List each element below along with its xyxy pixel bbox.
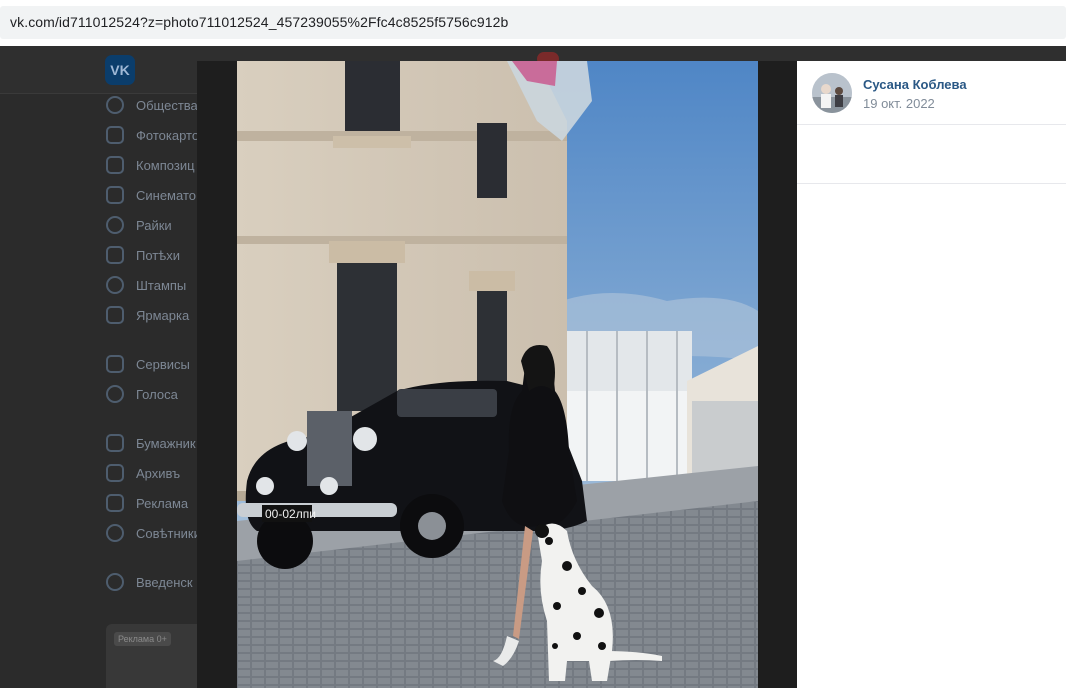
users-icon (106, 96, 124, 114)
sidebar-item-photos[interactable]: Фотокарто (106, 124, 206, 146)
sidebar-item-ads[interactable]: Реклама (106, 492, 206, 514)
photo-info-panel: Сусана Коблева 19 окт. 2022 (797, 61, 1066, 688)
sidebar-item-label: Совѣтники (136, 525, 201, 541)
stickers-icon (106, 276, 124, 294)
ad-chip: Реклама 0+ (114, 632, 171, 646)
music-icon (106, 156, 124, 174)
sidebar-item-label: Голоса (136, 386, 178, 402)
sidebar-item-market[interactable]: Ярмарка (106, 304, 206, 326)
avatar-image (812, 73, 852, 113)
photo-image[interactable]: 00-02лпи (237, 61, 758, 688)
sidebar-item-label: Сервисы (136, 356, 190, 372)
author-name[interactable]: Сусана Коблева (863, 77, 967, 92)
video-icon (106, 186, 124, 204)
sidebar-item-communities[interactable]: Общества (106, 94, 206, 116)
sidebar-item-label: Общества (136, 97, 198, 113)
sidebar-item-help[interactable]: Совѣтники (106, 522, 206, 544)
sidebar-item-games[interactable]: Потѣхи (106, 244, 206, 266)
author-row: Сусана Коблева 19 окт. 2022 (797, 61, 1066, 125)
address-bar[interactable]: vk.com/id711012524?z=photo711012524_4572… (0, 6, 1066, 39)
photo-illustration: 00-02лпи (237, 61, 758, 688)
avatar[interactable] (812, 73, 852, 113)
sidebar-item-label: Синемато (136, 187, 196, 203)
sidebar-item-label: Ярмарка (136, 307, 190, 323)
sidebar-item-label: Райки (136, 217, 172, 233)
sidebar-item-label: Фотокарто (136, 127, 200, 143)
ad-card[interactable]: Реклама 0+ (106, 624, 206, 688)
sidebar-item-label: Штампы (136, 277, 187, 293)
sidebar-item-votes[interactable]: Голоса (106, 383, 206, 405)
page-background: VK Общества Фотокарто Композиц Синемато … (0, 46, 1066, 688)
services-icon (106, 355, 124, 373)
clips-icon (106, 216, 124, 234)
sidebar-item-video[interactable]: Синемато (106, 184, 206, 206)
files-icon (106, 464, 124, 482)
photo-icon (106, 126, 124, 144)
bookmarks-icon (106, 434, 124, 452)
votes-icon (106, 385, 124, 403)
sidebar-item-label: Композиц (136, 157, 195, 173)
sidebar-item-label: Бумажник (136, 435, 196, 451)
sidebar-item-label: Реклама (136, 495, 189, 511)
plate-text: 00-02лпи (265, 507, 316, 521)
sidebar-item-music[interactable]: Композиц (106, 154, 206, 176)
divider (797, 183, 1066, 184)
sidebar-item-bookmarks[interactable]: Бумажник (106, 432, 206, 454)
sidebar-item-groups[interactable]: Введенск (106, 571, 206, 593)
photo-viewer: 00-02лпи (197, 61, 797, 688)
sidebar-item-stickers[interactable]: Штампы (106, 274, 206, 296)
sidebar-item-files[interactable]: Архивъ (106, 462, 206, 484)
sidebar-item-label: Введенск (136, 574, 193, 590)
sidebar-item-clips[interactable]: Райки (106, 214, 206, 236)
groups-icon (106, 573, 124, 591)
ads-icon (106, 494, 124, 512)
vk-logo[interactable]: VK (105, 55, 135, 85)
games-icon (106, 246, 124, 264)
sidebar-item-label: Потѣхи (136, 247, 180, 263)
sidebar-item-services[interactable]: Сервисы (106, 353, 206, 375)
market-icon (106, 306, 124, 324)
url-text[interactable]: vk.com/id711012524?z=photo711012524_4572… (10, 14, 508, 30)
help-icon (106, 524, 124, 542)
sidebar-item-label: Архивъ (136, 465, 181, 481)
post-date[interactable]: 19 окт. 2022 (863, 96, 935, 111)
browser-toolbar: vk.com/id711012524?z=photo711012524_4572… (0, 0, 1066, 46)
